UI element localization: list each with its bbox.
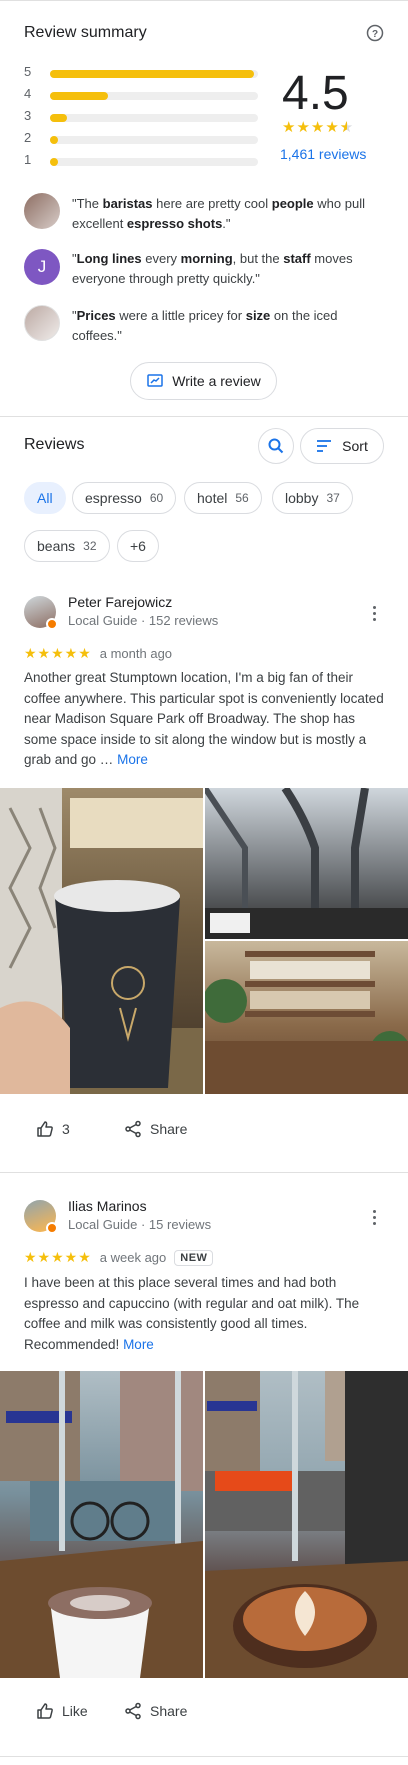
review-summary-title: Review summary — [24, 24, 147, 41]
reviewer-name[interactable]: Ilias Marinos — [68, 1198, 147, 1214]
reviewer-avatar[interactable] — [24, 596, 58, 630]
histogram-star-label: 2 — [24, 130, 32, 145]
help-icon[interactable]: ? — [366, 24, 384, 42]
chip-hotel[interactable]: hotel 56 — [184, 482, 262, 514]
histogram-row-5[interactable]: 5 — [24, 64, 258, 82]
histogram-star-label: 1 — [24, 152, 32, 167]
review-photo-3[interactable] — [205, 941, 408, 1094]
histogram-track — [50, 70, 258, 78]
histogram-row-1[interactable]: 1 — [24, 152, 258, 170]
snippet-avatar-1 — [24, 193, 60, 229]
histogram-star-label: 5 — [24, 64, 32, 79]
histogram-row-2[interactable]: 2 — [24, 130, 258, 148]
more-options-icon[interactable] — [364, 1207, 384, 1227]
review-photo-1[interactable] — [0, 788, 203, 1094]
histogram-row-3[interactable]: 3 — [24, 108, 258, 126]
histogram-track — [50, 114, 258, 122]
review-text: Another great Stumptown location, I'm a … — [24, 670, 384, 767]
histogram-track — [50, 136, 258, 144]
review-text: I have been at this place several times … — [24, 1275, 360, 1352]
like-button[interactable]: Like — [36, 1702, 88, 1720]
snippet-avatar-3 — [24, 305, 60, 341]
share-button[interactable]: Share — [124, 1120, 187, 1138]
histogram-track — [50, 158, 258, 166]
review-snippet-1[interactable]: "The baristas here are pretty cool peopl… — [72, 194, 390, 234]
new-badge: NEW — [174, 1249, 214, 1266]
chip-lobby[interactable]: lobby 37 — [272, 482, 353, 514]
sort-icon — [317, 440, 332, 452]
average-rating: 4.5 — [282, 67, 349, 120]
review-photo-5[interactable] — [205, 1371, 408, 1678]
like-button[interactable]: 3 — [36, 1120, 70, 1138]
share-button[interactable]: Share — [124, 1702, 187, 1720]
review-rating-row: ★★★★★ a month ago — [24, 645, 173, 661]
histogram-star-label: 4 — [24, 86, 32, 101]
reviewer-avatar[interactable] — [24, 1200, 58, 1234]
local-guide-badge-icon — [46, 1222, 58, 1234]
more-link[interactable]: More — [123, 1337, 154, 1352]
histogram-row-4[interactable]: 4 — [24, 86, 258, 104]
sort-button[interactable]: Sort — [300, 428, 384, 464]
snippet-avatar-2: J — [24, 249, 60, 285]
chip-espresso[interactable]: espresso 60 — [72, 482, 177, 514]
share-icon — [125, 1702, 141, 1720]
thumbs-up-icon — [37, 1121, 53, 1137]
total-reviews-link[interactable]: 1,461 reviews — [280, 146, 366, 162]
reviews-title: Reviews — [24, 436, 85, 453]
reviewer-meta: Local Guide · 15 reviews — [68, 1217, 212, 1232]
more-options-icon[interactable] — [364, 603, 384, 623]
svg-text:?: ? — [372, 29, 378, 40]
local-guide-badge-icon — [46, 618, 58, 630]
thumbs-up-icon — [37, 1703, 53, 1719]
histogram-bar — [50, 70, 254, 78]
share-icon — [125, 1120, 141, 1138]
reviewer-meta: Local Guide · 152 reviews — [68, 613, 219, 628]
search-reviews-button[interactable] — [258, 428, 294, 464]
review-snippet-2[interactable]: "Long lines every morning, but the staff… — [72, 249, 390, 289]
histogram-bar — [50, 114, 67, 122]
chip-more[interactable]: +6 — [117, 530, 159, 562]
histogram-star-label: 3 — [24, 108, 32, 123]
average-stars: ★★★★★★ — [282, 119, 355, 136]
review-rating-row: ★★★★★ a week ago NEW — [24, 1249, 214, 1266]
histogram-bar — [50, 158, 59, 166]
write-review-button[interactable]: Write a review — [130, 362, 277, 400]
more-link[interactable]: More — [117, 752, 148, 767]
histogram-bar — [50, 136, 59, 144]
edit-review-icon — [147, 374, 164, 387]
review-snippet-3[interactable]: "Prices were a little pricey for size on… — [72, 306, 390, 346]
search-icon — [268, 438, 284, 454]
reviewer-name[interactable]: Peter Farejowicz — [68, 594, 172, 610]
chip-all[interactable]: All — [24, 482, 66, 514]
histogram-bar — [50, 92, 109, 100]
review-photo-2[interactable] — [205, 788, 408, 939]
histogram-track — [50, 92, 258, 100]
chip-beans[interactable]: beans 32 — [24, 530, 110, 562]
review-photo-4[interactable] — [0, 1371, 203, 1678]
